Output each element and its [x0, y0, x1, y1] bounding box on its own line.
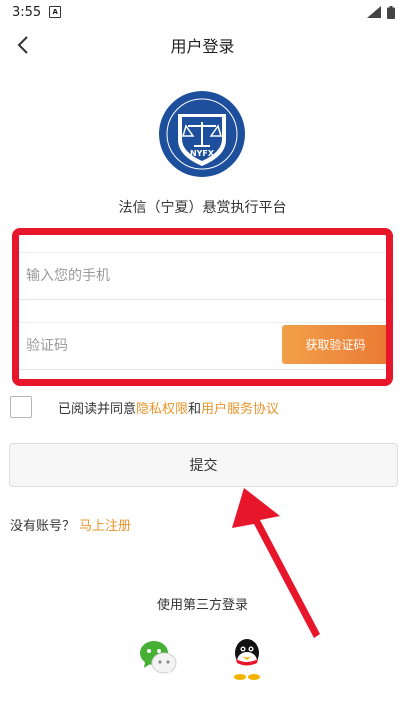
red-arrow-annotation	[232, 488, 320, 638]
highlight-box	[12, 228, 393, 386]
qq-icon[interactable]	[229, 637, 265, 681]
agreement-row: 已阅读并同意隐私权限和用户服务协议	[10, 396, 279, 418]
back-button[interactable]	[6, 28, 40, 62]
page-title: 用户登录	[170, 37, 235, 56]
battery-icon	[387, 5, 395, 19]
wechat-icon[interactable]	[139, 638, 177, 676]
app-logo: NYFX	[159, 91, 245, 177]
status-time: 3:55	[12, 4, 42, 20]
submit-button[interactable]: 提交	[9, 443, 398, 487]
third-party-title: 使用第三方登录	[156, 598, 248, 613]
privacy-link[interactable]: 隐私权限	[136, 402, 188, 417]
platform-name: 法信（宁夏）悬赏执行平台	[118, 200, 287, 216]
agreement-text: 已阅读并同意隐私权限和用户服务协议	[58, 401, 280, 417]
logo-text: NYFX	[190, 149, 215, 158]
header: 用户登录	[0, 24, 405, 66]
register-row: 没有账号？ 马上注册	[10, 515, 131, 534]
register-prompt: 没有账号？	[10, 519, 76, 534]
service-agreement-link[interactable]: 用户服务协议	[201, 402, 279, 417]
signal-icon	[367, 6, 381, 18]
agree-checkbox[interactable]	[10, 396, 32, 418]
a-square-icon: A	[49, 6, 62, 18]
status-bar: 3:55 A	[0, 0, 405, 24]
chevron-left-icon	[17, 36, 28, 54]
register-link[interactable]: 马上注册	[79, 519, 131, 534]
